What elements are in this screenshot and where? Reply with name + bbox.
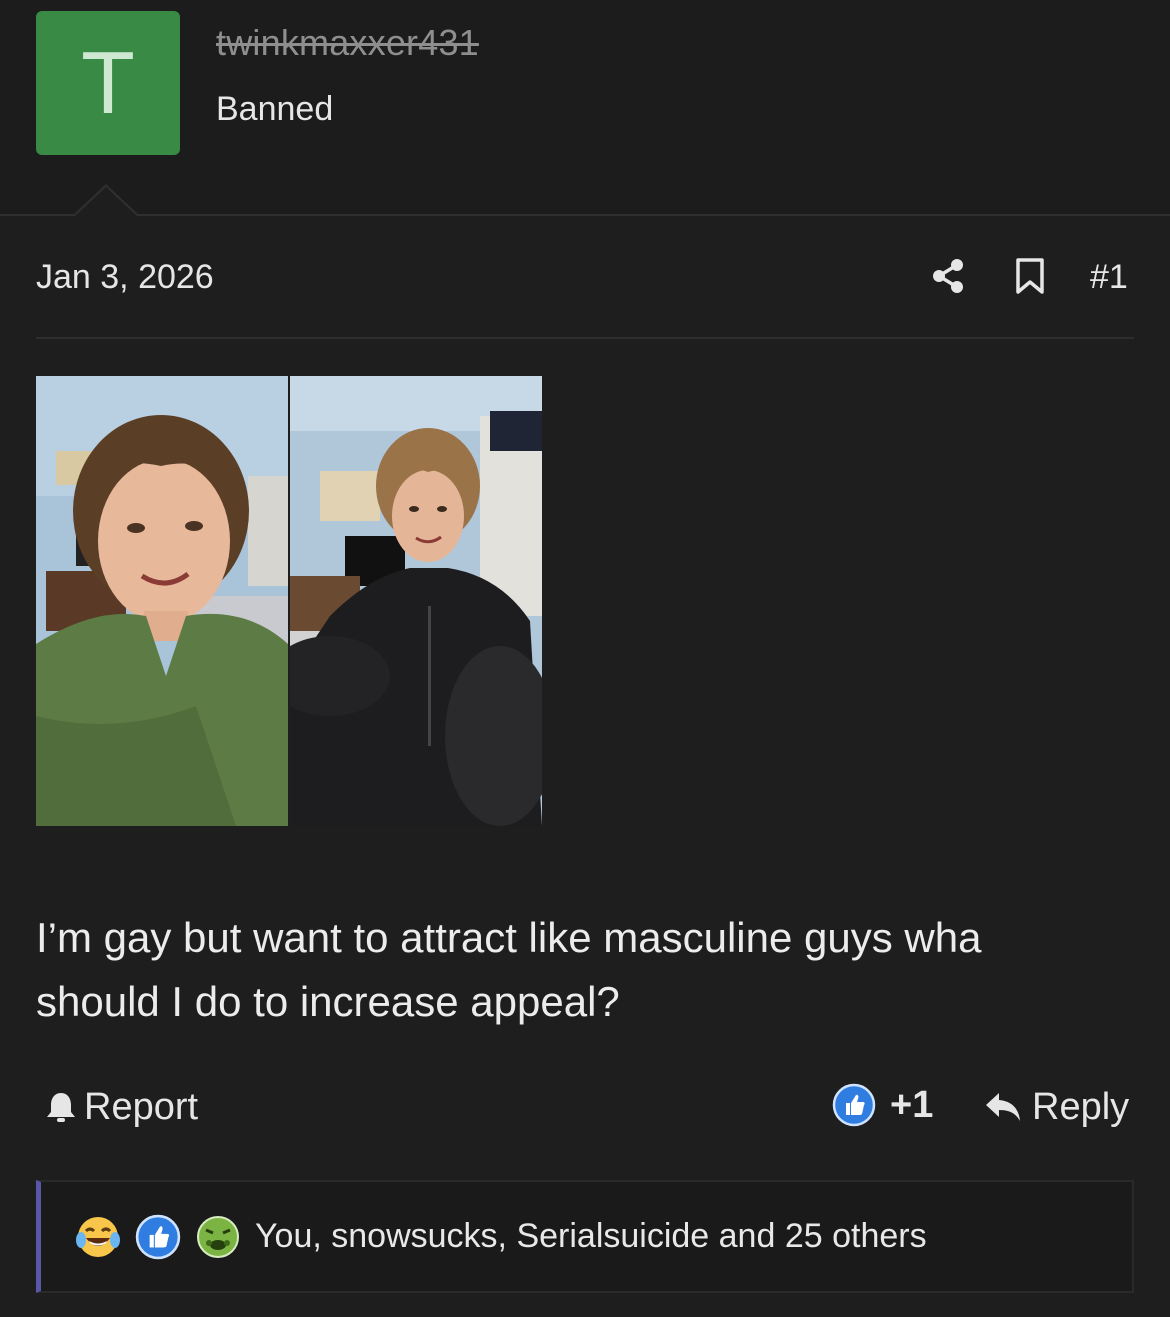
user-title: Banned xyxy=(216,90,334,128)
header-divider xyxy=(0,214,1170,216)
avatar[interactable]: T xyxy=(36,11,180,155)
laughing-crying-icon xyxy=(76,1216,120,1257)
bookmark-icon xyxy=(1016,258,1044,294)
report-button[interactable]: Report xyxy=(44,1084,198,1130)
post-message-line-1: I’m gay but want to attract like masculi… xyxy=(36,914,982,961)
bookmark-button[interactable] xyxy=(1010,256,1050,296)
post-message-line-2: should I do to increase appeal? xyxy=(36,978,620,1025)
nauseated-face-icon xyxy=(197,1215,239,1258)
reply-arrow-icon xyxy=(986,1093,1020,1121)
reaction-score-button[interactable]: +1 xyxy=(832,1082,933,1128)
reactions-summary[interactable]: You, snowsucks, Serialsuicide and 25 oth… xyxy=(36,1180,1134,1293)
meta-divider xyxy=(36,337,1134,339)
bell-icon xyxy=(47,1093,75,1122)
share-icon xyxy=(933,259,963,293)
post-attachments xyxy=(36,376,542,826)
like-count-value: +1 xyxy=(890,1083,934,1126)
avatar-letter: T xyxy=(81,33,135,132)
attached-photo-1[interactable] xyxy=(36,376,288,826)
reactions-summary-text: You, snowsucks, Serialsuicide and 25 oth… xyxy=(255,1217,927,1255)
thumbs-up-icon xyxy=(832,1083,876,1127)
post-message: I’m gay but want to attract like masculi… xyxy=(36,906,1136,1034)
reply-label: Reply xyxy=(1032,1085,1130,1128)
selfie-green-shirt-image xyxy=(36,376,288,826)
reaction-icons xyxy=(75,1214,241,1260)
attached-photo-2[interactable] xyxy=(290,376,542,826)
reply-button[interactable]: Reply xyxy=(984,1084,1129,1130)
username-link[interactable]: twinkmaxxer431 xyxy=(216,22,479,64)
thumbs-up-icon xyxy=(135,1214,181,1259)
selfie-black-hoodie-image xyxy=(290,376,542,826)
report-label: Report xyxy=(84,1085,199,1128)
post-permalink[interactable]: #1 xyxy=(1090,258,1128,297)
post-date-link[interactable]: Jan 3, 2026 xyxy=(36,258,214,297)
share-button[interactable] xyxy=(928,256,968,296)
header-pointer-fill xyxy=(74,187,138,217)
